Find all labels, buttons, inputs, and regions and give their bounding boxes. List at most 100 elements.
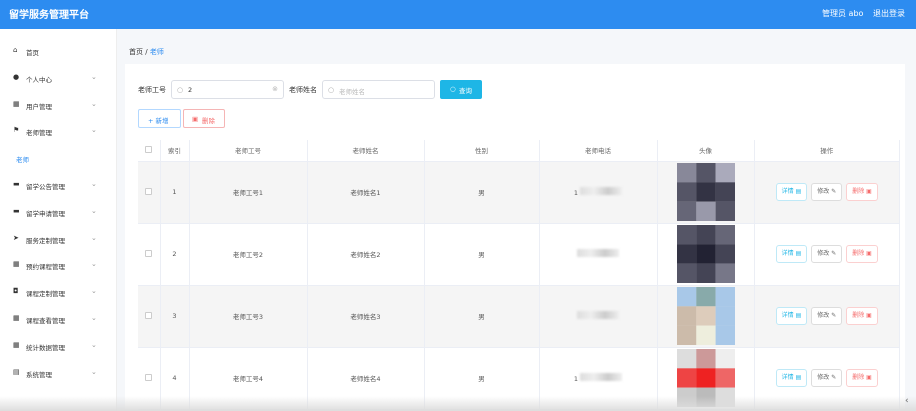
table-row[interactable]: 3 老师工号3 老师姓名3 男 详情 ▤ 修改 ✎ 删除 ▣ <box>138 285 900 348</box>
chevron-down-icon: ⌄ <box>91 367 97 376</box>
checkbox[interactable] <box>145 249 153 257</box>
teacher-no-value: 2 <box>188 86 193 94</box>
sidebar-item-0[interactable]: ⌂ 首页 <box>0 41 117 61</box>
detail-button[interactable]: 详情 ▤ <box>775 245 808 263</box>
checkbox[interactable] <box>145 145 153 153</box>
sidebar-item-8[interactable]: ▦ 预约课程管理 ⌄ <box>0 255 117 275</box>
sidebar-item-9[interactable]: ◘ 课程定制管理 ⌄ <box>0 282 117 302</box>
header-avatar: 头像 <box>657 140 755 162</box>
avatar-pixel <box>715 263 735 283</box>
edit-button[interactable]: 修改 ✎ <box>811 245 843 263</box>
avatar-pixel <box>695 349 716 369</box>
batch-delete-button[interactable]: ▣ 删除 <box>183 109 225 128</box>
phone-prefix: 1 <box>573 375 579 383</box>
avatar <box>676 163 735 221</box>
sidebar-item-3[interactable]: ⚑ 老师管理 ⌄ <box>0 121 117 141</box>
header-teacher-name: 老师姓名 <box>307 140 425 162</box>
sidebar-item-11[interactable]: ▦ 统计数据管理 ⌄ <box>0 336 117 356</box>
sidebar-item-2[interactable]: ▦ 用户管理 ⌄ <box>0 95 117 115</box>
table-cell: 老师工号1 <box>189 161 308 224</box>
avatar-pixel <box>695 368 716 388</box>
edit-button[interactable]: 修改 ✎ <box>811 369 843 387</box>
search-icon: ○ <box>450 85 456 93</box>
breadcrumb-current: 老师 <box>149 48 164 56</box>
delete-button[interactable]: 删除 ▣ <box>846 183 878 201</box>
delete-button[interactable]: 删除 ▣ <box>846 245 878 263</box>
current-user[interactable]: 管理员 abo <box>822 8 863 19</box>
avatar-pixel <box>715 306 735 326</box>
sidebar-item-label: 首页 <box>26 49 39 57</box>
table-row[interactable]: 2 老师工号2 老师姓名2 男 详情 ▤ 修改 ✎ 删除 ▣ <box>138 223 900 286</box>
breadcrumb-home[interactable]: 首页 <box>129 48 143 56</box>
sidebar-item-label: 用户管理 <box>26 102 52 111</box>
sidebar-item-5[interactable]: ▬ 留学公告管理 ⌄ <box>0 175 117 195</box>
teacher-name: 老师姓名2 <box>350 251 381 259</box>
table-header-row: 索引 老师工号 老师姓名 性别 老师电话 头像 操作 <box>138 140 900 162</box>
chevron-down-icon: ⌄ <box>91 180 97 188</box>
avatar-pixel <box>676 244 696 264</box>
detail-label: 详情 <box>781 374 794 381</box>
row-index: 2 <box>172 250 177 258</box>
delete-label: 删除 <box>852 250 865 257</box>
send-icon: ➤ <box>13 233 19 242</box>
checkbox[interactable] <box>145 311 153 319</box>
avatar <box>676 287 735 345</box>
edit-button[interactable]: 修改 ✎ <box>811 307 843 325</box>
sidebar-item-12[interactable]: ▤ 系统管理 ⌄ <box>0 363 117 383</box>
table-cell: 老师姓名2 <box>307 223 425 286</box>
table-cell <box>138 223 161 286</box>
checkbox[interactable] <box>145 373 153 381</box>
delete-button[interactable]: 删除 ▣ <box>846 307 878 325</box>
sidebar-item-10[interactable]: ▦ 课程查看管理 ⌄ <box>0 309 117 329</box>
trash-icon: ▣ <box>192 115 199 123</box>
table-cell: 男 <box>424 285 540 348</box>
checkbox[interactable] <box>145 187 153 195</box>
sidebar-item-7[interactable]: ➤ 服务定制管理 ⌄ <box>0 229 117 249</box>
phone-blurred <box>580 373 623 381</box>
add-button[interactable]: + 新增 <box>138 109 181 128</box>
comment-icon: ▬ <box>13 206 20 215</box>
teacher-name: 老师姓名4 <box>350 375 381 383</box>
table-cell <box>657 223 755 286</box>
chevron-down-icon: ⌄ <box>91 340 97 349</box>
clear-icon[interactable]: ⊗ <box>272 85 278 93</box>
delete-button[interactable]: 删除 ▣ <box>846 369 878 387</box>
teacher-no-label: 老师工号 <box>138 86 166 94</box>
teacher-sex: 男 <box>478 313 485 321</box>
chevron-down-icon: ⌄ <box>91 72 97 81</box>
comment-icon: ▬ <box>13 180 20 188</box>
sidebar-item-label: 课程定制管理 <box>26 290 65 299</box>
table-cell: 老师姓名1 <box>307 161 425 224</box>
sidebar-item-label: 系统管理 <box>26 370 52 379</box>
sidebar-item-label: 留学申请管理 <box>26 209 65 218</box>
header-actions: 操作 <box>754 140 900 162</box>
teacher-phone <box>577 249 619 259</box>
teacher-no-input[interactable]: ○ 2 ⊗ <box>171 80 284 99</box>
chevron-left-icon[interactable]: ‹ <box>905 396 909 406</box>
teacher-sex: 男 <box>478 189 485 197</box>
delete-label: 删除 <box>852 312 865 319</box>
avatar-pixel <box>715 182 735 202</box>
header-phone: 老师电话 <box>539 140 658 162</box>
teacher-no: 老师工号4 <box>232 375 264 383</box>
sidebar-item-1[interactable]: ● 个人中心 ⌄ <box>0 68 117 88</box>
logout-button[interactable]: 退出登录 <box>873 8 905 19</box>
table-cell <box>138 285 161 348</box>
edit-button[interactable]: 修改 ✎ <box>811 183 843 201</box>
teacher-name-input[interactable]: ○ 老师姓名 <box>322 80 435 99</box>
sidebar-item-4[interactable]: 老师 <box>0 148 117 168</box>
app-root: 留学服务管理平台 管理员 abo 退出登录 ⌂ 首页 ● 个人中心 ⌄ ▦ 用户管理 ⌄ ⚑ 老师… <box>0 0 916 411</box>
detail-button[interactable]: 详情 ▤ <box>775 307 808 325</box>
detail-button[interactable]: 详情 ▤ <box>775 369 808 387</box>
avatar-image <box>676 287 735 345</box>
query-button[interactable]: ○ 查询 <box>440 80 482 99</box>
table-cell: 详情 ▤ 修改 ✎ 删除 ▣ <box>754 285 900 348</box>
avatar-pixel <box>695 182 716 202</box>
chevron-down-icon: ⌄ <box>91 99 97 108</box>
header-select-all[interactable] <box>138 140 161 162</box>
sidebar-item-label: 老师 <box>16 156 29 165</box>
table-cell: 1 <box>539 161 658 224</box>
detail-button[interactable]: 详情 ▤ <box>775 183 808 201</box>
table-row[interactable]: 1 老师工号1 老师姓名1 男 1 详情 ▤ 修改 ✎ 删除 ▣ <box>138 161 900 224</box>
sidebar-item-6[interactable]: ▬ 留学申请管理 ⌄ <box>0 202 117 222</box>
